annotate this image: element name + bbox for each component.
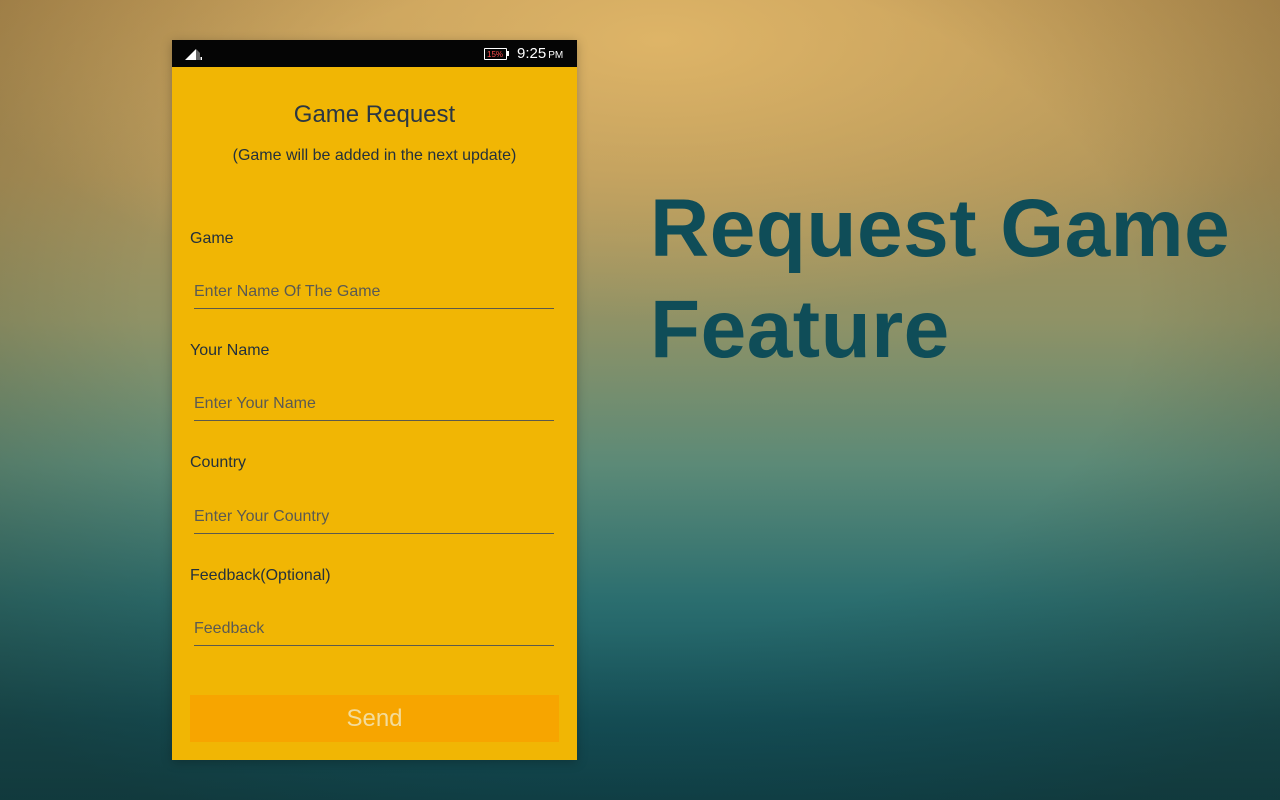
feature-headline: Request Game Feature — [650, 178, 1250, 380]
headline-line-1: Request Game — [650, 183, 1231, 274]
country-label: Country — [190, 454, 247, 471]
game-name-input[interactable] — [194, 276, 554, 309]
signal-icon — [185, 49, 202, 60]
your-name-input[interactable] — [194, 388, 554, 421]
status-bar: 15% 9:25 PM — [172, 40, 577, 67]
feedback-input[interactable] — [194, 613, 554, 646]
country-input[interactable] — [194, 501, 554, 534]
clock-time: 9:25 — [517, 45, 547, 62]
feedback-label: Feedback(Optional) — [190, 567, 331, 584]
your-name-label: Your Name — [190, 342, 270, 359]
headline-line-2: Feature — [650, 284, 950, 375]
battery-level: 15% — [487, 50, 504, 59]
clock-ampm: PM — [548, 50, 564, 61]
form-title: Game Request — [293, 101, 456, 128]
battery-tip — [507, 51, 509, 56]
game-label: Game — [190, 230, 234, 247]
form-subtitle: (Game will be added in the next update) — [232, 147, 517, 164]
clock: 9:25 PM — [517, 44, 563, 66]
battery-body: 15% — [484, 48, 507, 60]
phone-screen: 15% 9:25 PM Game Request (Game will be ad… — [172, 40, 577, 760]
send-button[interactable]: Send — [190, 695, 559, 742]
battery-icon: 15% — [484, 48, 510, 60]
